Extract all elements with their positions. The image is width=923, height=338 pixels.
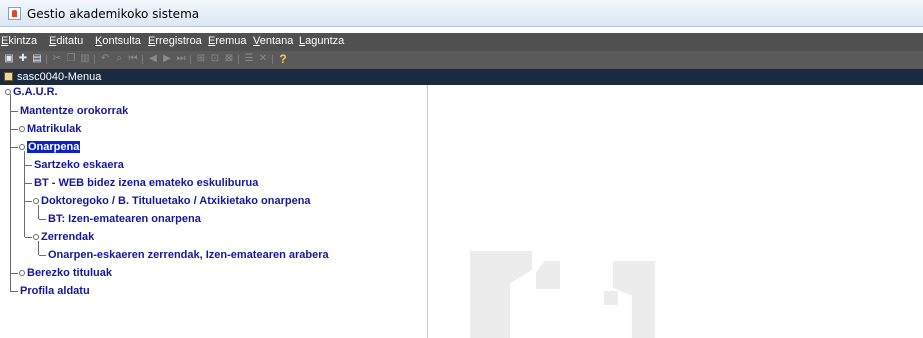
previous-record-icon[interactable]: ◀ [147,53,159,65]
menu-tree: G.A.U.R. Mantentze orokorrak Matrikulak … [0,85,428,338]
tree-connector [11,129,18,130]
cut-icon[interactable]: ✂ [51,53,63,65]
enter-query-icon[interactable]: ⊞ [195,53,207,65]
next-record-icon[interactable]: ▶ [161,53,173,65]
tree-connector [39,219,46,220]
menu-bar: Ekintza Editatu Kontsulta Erregistroa Er… [0,33,923,51]
close-icon[interactable]: ✕ [257,53,269,65]
tree-connector [38,241,39,255]
expand-toggle-icon[interactable] [33,198,39,204]
inner-window-title-bar[interactable]: sasc0040-Menua [0,69,923,85]
tree-connector [11,291,18,292]
tree-connector [25,183,32,184]
toolbar-separator [238,55,239,64]
tree-connector [25,201,32,202]
menu-ekintza[interactable]: Ekintza [1,35,37,47]
menu-laguntza[interactable]: Laguntza [299,35,344,47]
tree-connector [11,147,18,148]
expand-toggle-icon[interactable] [19,144,25,150]
tree-connector [24,151,25,237]
tree-connector [38,205,39,219]
menu-ventana[interactable]: Ventana [253,35,293,47]
tree-node-onarpen-eskaeren-zerrendak[interactable]: Onarpen-eskaeren zerrendak, Izen-ematear… [48,249,329,262]
toolbar-separator [46,55,47,64]
menu-editatu[interactable]: Editatu [49,35,83,47]
tree-connector [10,94,11,292]
tree-node-doktoregoko-onarpena[interactable]: Doktoregoko / B. Tituluetako / Atxikieta… [41,195,311,208]
find-icon[interactable]: ⌕ [113,53,125,65]
window-title-bar[interactable]: Gestio akademikoko sistema [0,0,923,27]
toolbar: ▣ ✚ ▤ ✂ ❐ ▥ ↶ ⌕ ⏮ ◀ ▶ ⏭ ⊞ ⊡ ⊠ ☰ ✕ ? [0,51,923,69]
content-area [428,85,923,338]
tree-node-zerrendak[interactable]: Zerrendak [41,231,94,244]
toolbar-separator [272,55,273,64]
expand-toggle-icon[interactable] [5,89,11,95]
paste-icon[interactable]: ▥ [79,53,91,65]
tree-connector [25,237,32,238]
tree-node-mantentze-orokorrak[interactable]: Mantentze orokorrak [20,105,128,118]
tree-connector [39,255,46,256]
toolbar-separator [190,55,191,64]
window-title: Gestio akademikoko sistema [27,7,200,21]
first-record-icon[interactable]: ⏮ [127,53,139,65]
tree-connector [11,273,18,274]
menu-kontsulta[interactable]: Kontsulta [95,35,141,47]
expand-toggle-icon[interactable] [33,234,39,240]
save-icon[interactable]: ▣ [3,53,15,65]
tree-node-onarpena[interactable]: Onarpena [27,141,81,154]
insert-record-icon[interactable]: ✚ [17,53,29,65]
tree-connector [11,111,18,112]
undo-icon[interactable]: ↶ [99,53,111,65]
tree-node-bt-web-eskuliburua[interactable]: BT - WEB bidez izena emateko eskuliburua [34,177,258,190]
inner-window-title: sasc0040-Menua [17,71,102,83]
list-icon[interactable]: ☰ [243,53,255,65]
last-record-icon[interactable]: ⏭ [175,53,187,65]
execute-query-icon[interactable]: ⊡ [209,53,221,65]
tree-connector [25,165,32,166]
expand-toggle-icon[interactable] [19,126,25,132]
print-icon[interactable]: ▤ [31,53,43,65]
tree-node-berezko-tituluak[interactable]: Berezko tituluak [27,267,112,280]
tree-node-bt-izen-ematearen-onarpena[interactable]: BT: Izen-ematearen onarpena [48,213,201,226]
copy-icon[interactable]: ❐ [65,53,77,65]
tree-node-matrikulak[interactable]: Matrikulak [27,123,81,136]
tree-node-gaur[interactable]: G.A.U.R. [13,86,58,99]
expand-toggle-icon[interactable] [19,270,25,276]
tree-node-sartzeko-eskaera[interactable]: Sartzeko eskaera [34,159,124,172]
menu-erregistroa[interactable]: Erregistroa [148,35,202,47]
menu-eremua[interactable]: Eremua [208,35,247,47]
toolbar-separator [142,55,143,64]
help-icon[interactable]: ? [277,53,289,65]
cancel-query-icon[interactable]: ⊠ [223,53,235,65]
toolbar-separator [94,55,95,64]
tree-node-profila-aldatu[interactable]: Profila aldatu [20,285,90,298]
form-icon [4,72,13,81]
java-icon [8,7,21,20]
